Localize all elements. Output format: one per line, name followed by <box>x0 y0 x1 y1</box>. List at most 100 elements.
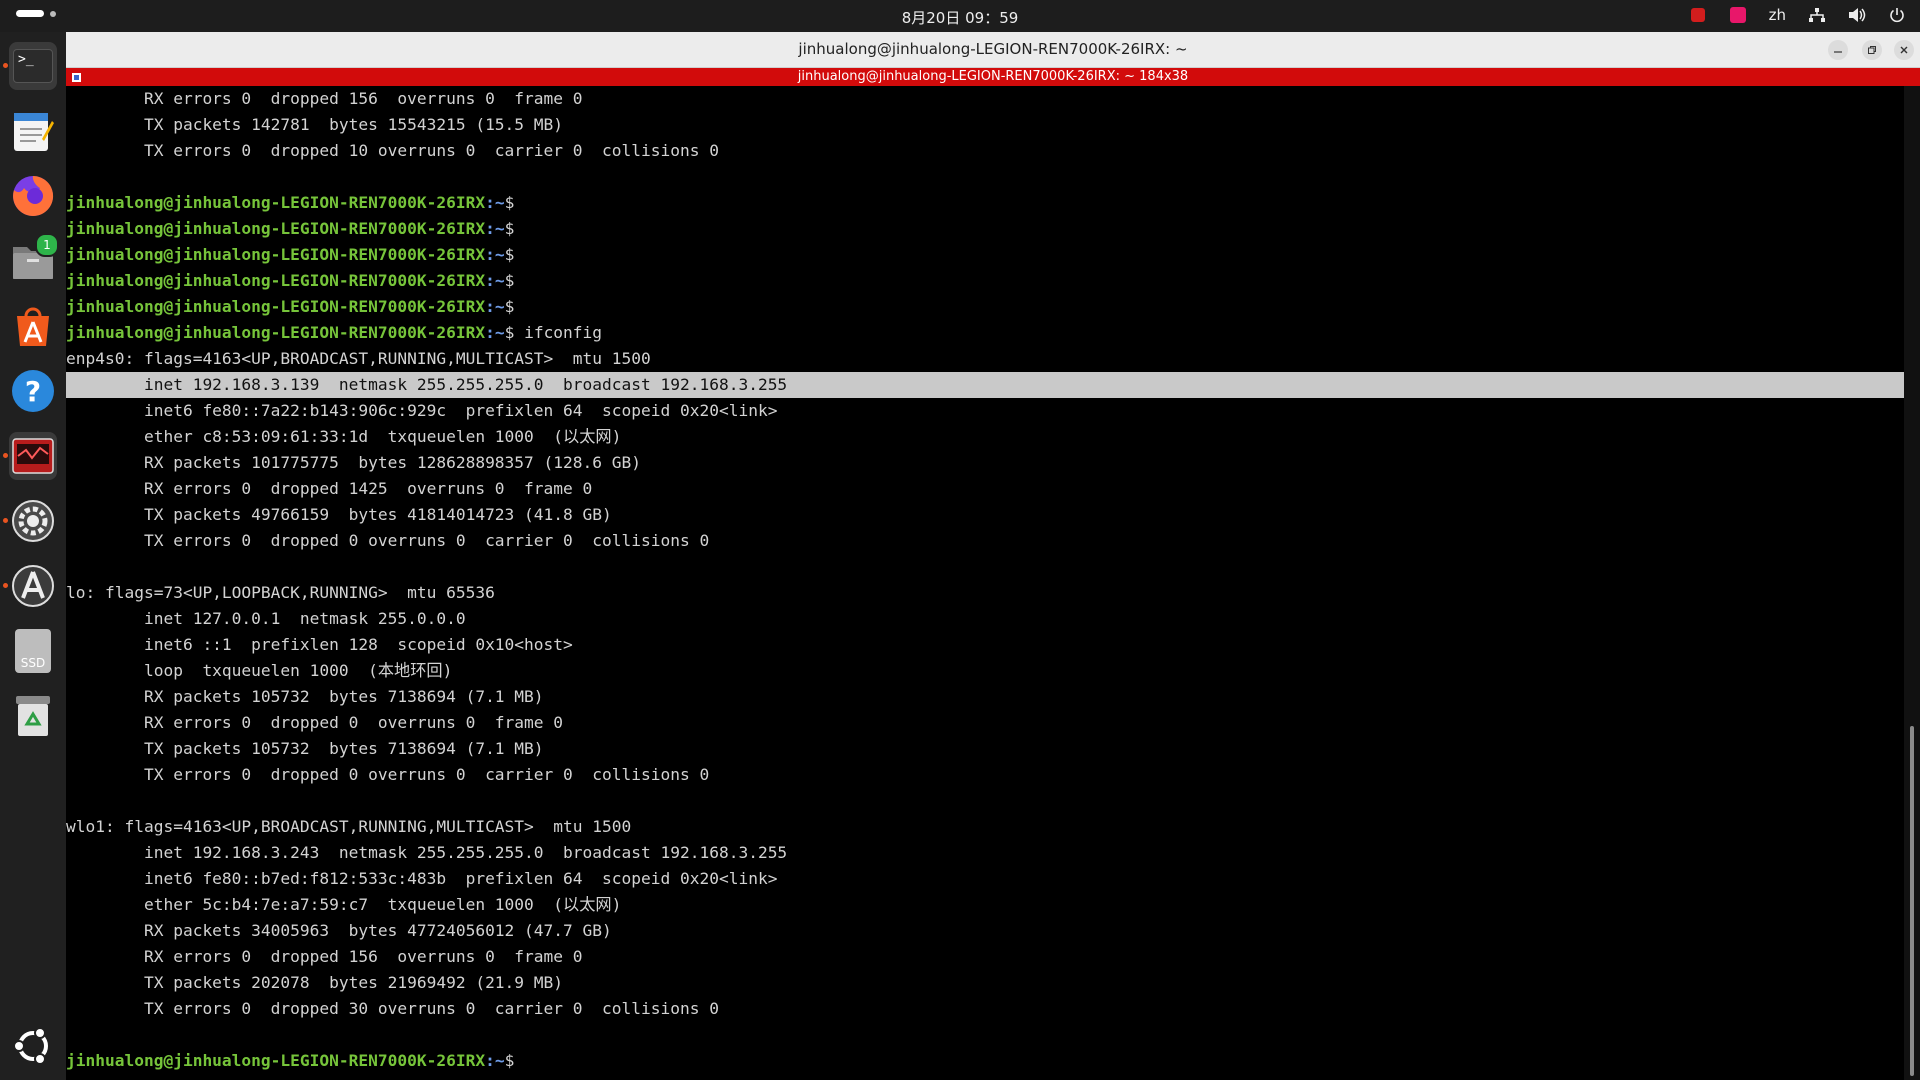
dock-software-updater[interactable] <box>3 562 57 610</box>
maximize-button[interactable] <box>1862 40 1882 60</box>
terminal-icon: >_ <box>13 49 53 83</box>
prompt-user: jinhualong@jinhualong-LEGION-REN7000K-26… <box>66 1051 486 1070</box>
close-button[interactable] <box>1894 40 1914 60</box>
dock-terminal[interactable]: >_ <box>3 42 57 90</box>
software-updater-icon <box>12 565 54 607</box>
clock[interactable]: 8月20日 09：59 <box>0 7 1920 28</box>
output-line: RX errors 0 dropped 1425 overruns 0 fram… <box>66 479 593 498</box>
help-icon: ? <box>12 370 54 412</box>
prompt-line: jinhualong@jinhualong-LEGION-REN7000K-26… <box>66 268 1904 294</box>
system-monitor-icon <box>12 438 54 474</box>
dock-settings[interactable] <box>3 497 57 545</box>
output-line: wlo1: flags=4163<UP,BROADCAST,RUNNING,MU… <box>66 817 632 836</box>
minimize-button[interactable] <box>1828 40 1848 60</box>
dock-ssd-drive[interactable]: SSD <box>9 627 57 675</box>
ubuntu-logo-icon <box>13 1027 48 1065</box>
prompt-path: :~ <box>485 271 505 290</box>
prompt-user: jinhualong@jinhualong-LEGION-REN7000K-26… <box>66 297 486 316</box>
prompt-line: jinhualong@jinhualong-LEGION-REN7000K-26… <box>66 1048 1904 1074</box>
gear-icon <box>12 500 54 542</box>
prompt-path: :~ <box>485 323 505 342</box>
files-badge: 1 <box>35 233 59 257</box>
prompt-path: :~ <box>485 219 505 238</box>
output-line: inet6 fe80::b7ed:f812:533c:483b prefixle… <box>66 869 778 888</box>
command-text: ifconfig <box>514 323 603 342</box>
restore-icon <box>1868 46 1876 54</box>
dock-system-monitor[interactable] <box>3 432 57 480</box>
dock-firefox[interactable] <box>9 172 57 220</box>
prompt-symbol: $ <box>504 297 515 316</box>
dock-show-apps[interactable] <box>9 1022 57 1070</box>
terminal-scrollbar[interactable] <box>1904 86 1920 1080</box>
dock-trash[interactable] <box>9 692 57 740</box>
terminal-window: jinhualong@jinhualong-LEGION-REN7000K-26… <box>66 32 1920 1080</box>
network-icon[interactable] <box>1808 6 1826 24</box>
output-line: inet 192.168.3.243 netmask 255.255.255.0… <box>66 843 788 862</box>
prompt-symbol: $ <box>504 245 515 264</box>
prompt-path: :~ <box>485 1051 505 1070</box>
output-line: inet6 ::1 prefixlen 128 scopeid 0x10<hos… <box>66 635 573 654</box>
volume-icon[interactable] <box>1848 6 1866 24</box>
output-line: TX errors 0 dropped 0 overruns 0 carrier… <box>66 765 710 784</box>
prompt-symbol: $ <box>504 323 515 342</box>
dock-files[interactable]: 1 <box>9 233 59 285</box>
window-titlebar[interactable]: jinhualong@jinhualong-LEGION-REN7000K-26… <box>66 32 1920 68</box>
app-center-icon <box>17 307 49 346</box>
output-line: RX packets 105732 bytes 7138694 (7.1 MB) <box>66 687 544 706</box>
dock-app-center[interactable] <box>9 302 57 350</box>
firefox-icon <box>13 175 54 216</box>
prompt-path: :~ <box>485 193 505 212</box>
prompt-line: jinhualong@jinhualong-LEGION-REN7000K-26… <box>66 216 1904 242</box>
power-icon[interactable] <box>1888 6 1906 24</box>
record-indicator-icon[interactable] <box>1689 6 1707 24</box>
output-line: TX errors 0 dropped 0 overruns 0 carrier… <box>66 531 710 550</box>
prompt-path: :~ <box>485 245 505 264</box>
text-editor-icon <box>14 113 54 151</box>
output-line: RX errors 0 dropped 156 overruns 0 frame… <box>66 89 583 108</box>
prompt-user: jinhualong@jinhualong-LEGION-REN7000K-26… <box>66 193 486 212</box>
prompt-user: jinhualong@jinhualong-LEGION-REN7000K-26… <box>66 271 486 290</box>
close-icon <box>1900 46 1908 54</box>
dock-help[interactable]: ? <box>9 367 57 415</box>
output-line: TX packets 105732 bytes 7138694 (7.1 MB) <box>66 739 544 758</box>
prompt-line: jinhualong@jinhualong-LEGION-REN7000K-26… <box>66 242 1904 268</box>
trash-icon <box>16 696 50 736</box>
dock-text-editor[interactable] <box>9 107 57 155</box>
prompt-symbol: $ <box>504 1051 515 1070</box>
output-line: TX packets 49766159 bytes 41814014723 (4… <box>66 505 612 524</box>
infobar-title: jinhualong@jinhualong-LEGION-REN7000K-26… <box>797 69 1189 84</box>
prompt-user: jinhualong@jinhualong-LEGION-REN7000K-26… <box>66 245 486 264</box>
output-line: TX packets 142781 bytes 15543215 (15.5 M… <box>66 115 564 134</box>
prompt-path: :~ <box>485 297 505 316</box>
prompt-symbol: $ <box>504 193 515 212</box>
prompt-user: jinhualong@jinhualong-LEGION-REN7000K-26… <box>66 219 486 238</box>
output-line: TX errors 0 dropped 10 overruns 0 carrie… <box>66 141 719 160</box>
output-line: RX packets 101775775 bytes 128628898357 … <box>66 453 641 472</box>
prompt-user: jinhualong@jinhualong-LEGION-REN7000K-26… <box>66 323 486 342</box>
dock: >_ 1 ? SSD <box>0 32 66 1080</box>
app-indicator-icon[interactable] <box>1729 6 1747 24</box>
prompt-line: jinhualong@jinhualong-LEGION-REN7000K-26… <box>66 294 1904 320</box>
output-line: TX packets 202078 bytes 21969492 (21.9 M… <box>66 973 564 992</box>
output-line: RX packets 34005963 bytes 47724056012 (4… <box>66 921 612 940</box>
top-panel: 8月20日 09：59 zh <box>0 0 1920 32</box>
output-line: TX errors 0 dropped 30 overruns 0 carrie… <box>66 999 719 1018</box>
scrollbar-thumb[interactable] <box>1910 726 1914 1076</box>
output-line: lo: flags=73<UP,LOOPBACK,RUNNING> mtu 65… <box>66 583 495 602</box>
output-line: enp4s0: flags=4163<UP,BROADCAST,RUNNING,… <box>66 349 651 368</box>
output-line: ether 5c:b4:7e:a7:59:c7 txqueuelen 1000 … <box>66 895 622 914</box>
output-line: RX errors 0 dropped 0 overruns 0 frame 0 <box>66 713 564 732</box>
terminal-output[interactable]: RX errors 0 dropped 156 overruns 0 frame… <box>66 86 1904 1080</box>
minimize-icon <box>1834 51 1842 53</box>
output-line: RX errors 0 dropped 156 overruns 0 frame… <box>66 947 583 966</box>
output-line-selected: inet 192.168.3.139 netmask 255.255.255.0… <box>66 372 1904 398</box>
output-line: loop txqueuelen 1000 (本地环回) <box>66 661 453 680</box>
prompt-line: jinhualong@jinhualong-LEGION-REN7000K-26… <box>66 190 1904 216</box>
ssd-icon: SSD <box>15 629 51 673</box>
system-tray: zh <box>1689 6 1906 24</box>
input-method-indicator[interactable]: zh <box>1769 6 1786 24</box>
